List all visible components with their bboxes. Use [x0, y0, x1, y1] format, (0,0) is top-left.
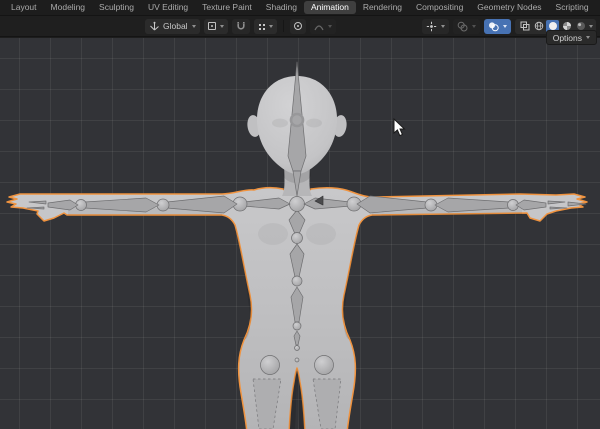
viewport-header-left: Global [145, 19, 336, 34]
tab-uv-editing[interactable]: UV Editing [141, 1, 195, 14]
tab-texture-paint[interactable]: Texture Paint [195, 1, 259, 14]
toggle-xray-button[interactable] [484, 19, 511, 34]
tab-scripting[interactable]: Scripting [549, 1, 596, 14]
chevron-down-icon [472, 25, 476, 28]
tab-layout[interactable]: Layout [4, 1, 44, 14]
chevron-down-icon [269, 25, 273, 28]
chevron-down-icon [220, 25, 224, 28]
overlays-icon [457, 21, 468, 32]
pivot-point-icon [208, 22, 216, 30]
proportional-editing-button[interactable] [290, 19, 306, 34]
tab-shading[interactable]: Shading [259, 1, 304, 14]
tab-compositing[interactable]: Compositing [409, 1, 470, 14]
options-button[interactable]: Options [546, 30, 597, 45]
chevron-down-icon [589, 25, 593, 28]
tab-geometry-nodes[interactable]: Geometry Nodes [470, 1, 548, 14]
joint-spine-1 [292, 233, 303, 244]
chevron-down-icon [328, 25, 332, 28]
snap-target-icon [258, 23, 265, 30]
chevron-down-icon [503, 25, 507, 28]
show-overlays-button[interactable] [453, 19, 480, 34]
snap-target-button[interactable] [254, 19, 277, 34]
viewport-canvas[interactable] [0, 38, 600, 429]
wireframe-sphere-icon[interactable] [532, 20, 545, 33]
scene-render [0, 38, 600, 429]
snap-toggle-button[interactable] [232, 19, 250, 34]
tab-sculpting[interactable]: Sculpting [92, 1, 141, 14]
xray-icon[interactable] [518, 20, 531, 33]
joint-hip-left [261, 356, 280, 375]
chevron-down-icon [192, 25, 196, 28]
tab-animation[interactable]: Animation [304, 1, 356, 14]
gizmos-icon [426, 21, 437, 32]
falloff-curve-icon [314, 22, 324, 31]
tab-rendering[interactable]: Rendering [356, 1, 409, 14]
joint-hip-center [295, 358, 299, 362]
show-gizmos-button[interactable] [422, 19, 449, 34]
transform-orientation-icon [149, 21, 160, 32]
joint-chest [290, 197, 305, 212]
proportional-editing-icon [294, 22, 302, 30]
chevron-down-icon [586, 36, 590, 39]
overlay-spheres-icon [488, 21, 499, 32]
blender-window: Layout Modeling Sculpting UV Editing Tex… [0, 0, 600, 429]
topbar: Layout Modeling Sculpting UV Editing Tex… [0, 0, 600, 15]
joint-spine-2 [292, 276, 302, 286]
chevron-down-icon [441, 25, 445, 28]
snap-magnet-icon [236, 21, 246, 31]
joint-spine-3 [293, 322, 301, 330]
options-button-label: Options [553, 33, 582, 43]
transform-orientation-label: Global [163, 21, 188, 31]
pivot-point-button[interactable] [204, 19, 228, 34]
falloff-curve-button[interactable] [310, 19, 336, 34]
joint-pelvis [295, 346, 300, 351]
transform-orientation-button[interactable]: Global [145, 19, 200, 34]
add-workspace-button[interactable]: + [596, 3, 600, 13]
tab-modeling[interactable]: Modeling [44, 1, 93, 14]
viewport-header: Global [0, 15, 600, 37]
joint-hip-right [315, 356, 334, 375]
